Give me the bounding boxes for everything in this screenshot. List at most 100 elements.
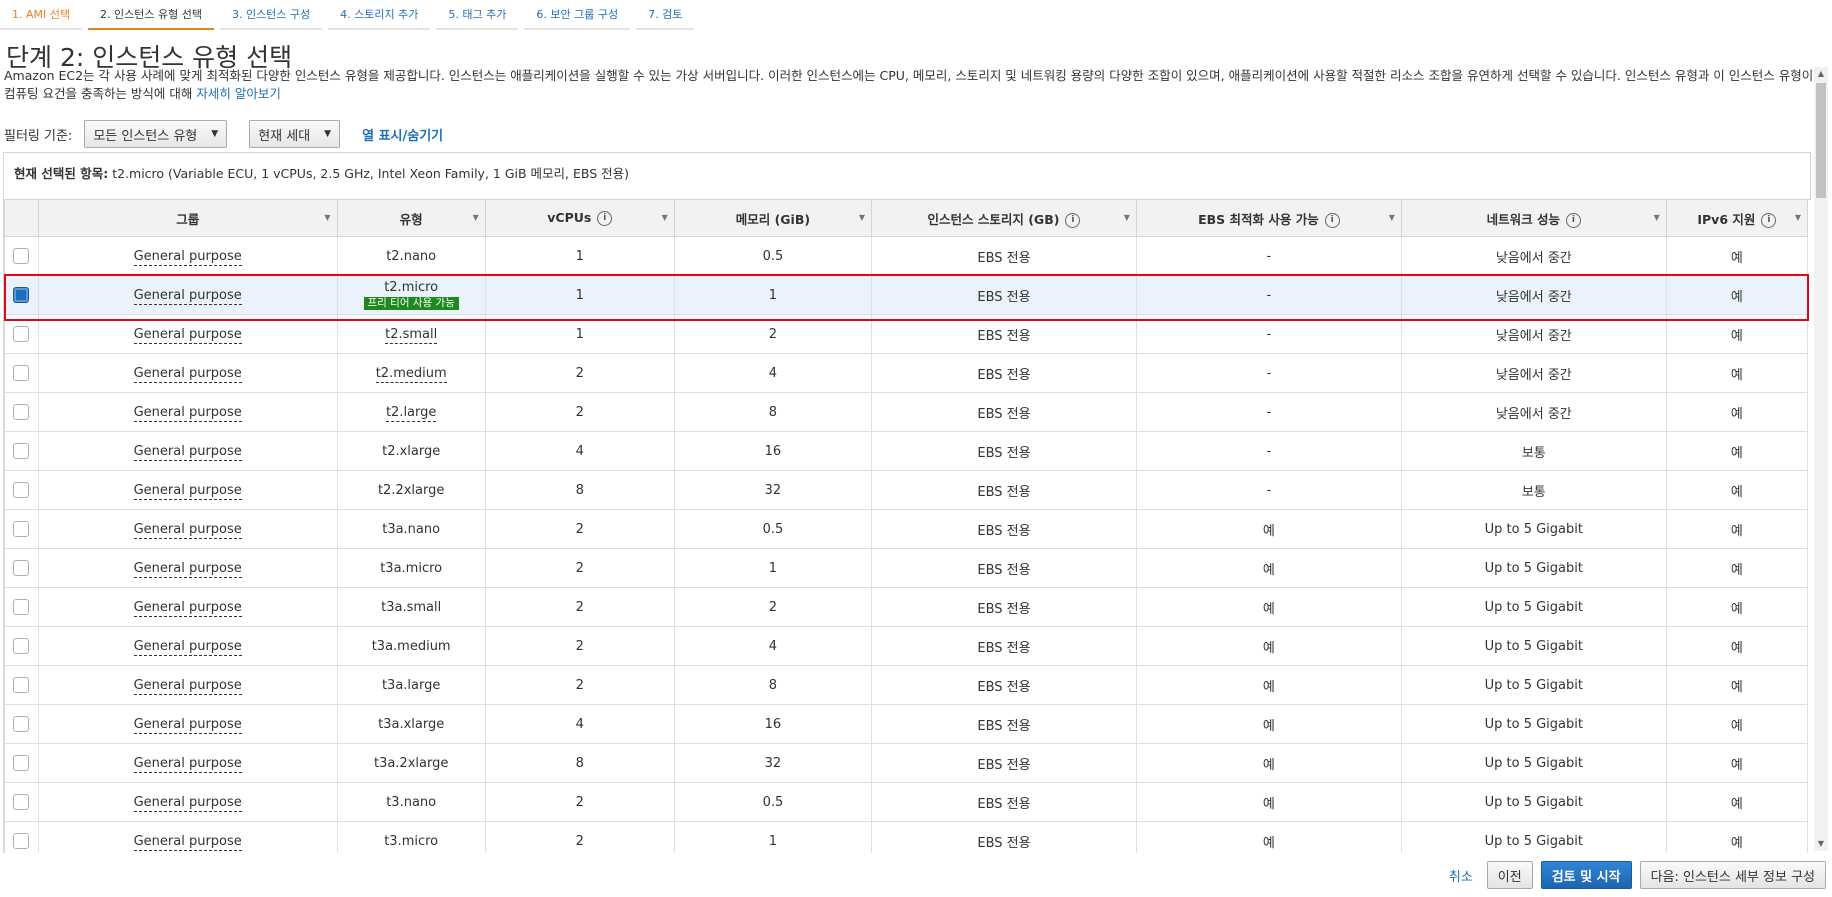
sort-icon[interactable]: ▼ [1795, 213, 1801, 222]
group-value[interactable]: General purpose [133, 833, 242, 851]
table-row[interactable]: General purpose t3a.xlarge 4 16 EBS 전용 예 Up to… [4, 704, 1809, 744]
review-and-launch-button[interactable]: 검토 및 시작 [1540, 861, 1632, 889]
header-type[interactable]: 유형 ▼ [336, 199, 486, 237]
sort-icon[interactable]: ▼ [1654, 213, 1660, 222]
type-value[interactable]: t3a.medium [372, 639, 451, 654]
row-select-cell[interactable] [4, 743, 39, 783]
header-instance-storage[interactable]: 인스턴스 스토리지 (GB) i ▼ [871, 199, 1137, 237]
type-value[interactable]: t2.medium [375, 365, 447, 383]
row-checkbox[interactable] [13, 560, 30, 576]
row-select-cell[interactable] [4, 665, 39, 705]
row-select-cell[interactable] [4, 353, 39, 393]
row-select-cell[interactable] [4, 587, 39, 627]
page-scrollbar[interactable]: ▲ ▼ [1814, 67, 1828, 851]
header-memory[interactable]: 메모리 (GiB) ▼ [673, 199, 873, 237]
instance-type-filter-select[interactable]: 모든 인스턴스 유형 ▼ [84, 120, 228, 148]
table-row[interactable]: General purpose t3.micro 2 1 EBS 전용 예 Up to 5 … [4, 821, 1809, 853]
row-checkbox[interactable] [13, 365, 30, 381]
info-icon[interactable]: i [1324, 212, 1340, 228]
type-value[interactable]: t3a.nano [382, 522, 440, 537]
row-checkbox[interactable] [13, 638, 30, 654]
step-ami[interactable]: 1. AMI 선택 [0, 6, 82, 30]
group-value[interactable]: General purpose [133, 482, 242, 500]
row-checkbox[interactable] [13, 755, 30, 771]
row-select-cell[interactable] [4, 314, 39, 354]
next-configure-instance-button[interactable]: 다음: 인스턴스 세부 정보 구성 [1639, 861, 1826, 889]
type-value[interactable]: t3a.xlarge [378, 717, 444, 732]
row-checkbox[interactable] [13, 716, 30, 732]
row-checkbox[interactable] [13, 794, 30, 810]
row-select-cell[interactable] [4, 821, 39, 853]
row-select-cell[interactable] [4, 392, 39, 432]
group-value[interactable]: General purpose [133, 521, 242, 539]
type-value[interactable]: t3a.large [382, 678, 440, 693]
type-value[interactable]: t2.xlarge [382, 444, 440, 459]
table-row[interactable]: General purpose t2.small 1 2 EBS 전용 - 낮음에서 중간 예 [4, 314, 1809, 354]
row-select-cell[interactable] [4, 509, 39, 549]
header-ebs-optimized[interactable]: EBS 최적화 사용 가능 i ▼ [1135, 199, 1402, 237]
group-value[interactable]: General purpose [133, 794, 242, 812]
row-checkbox[interactable] [13, 599, 30, 615]
row-select-cell[interactable] [4, 470, 39, 510]
row-checkbox[interactable] [13, 443, 30, 459]
table-row[interactable]: General purpose t2.2xlarge 8 32 EBS 전용 - 보통 예 [4, 470, 1809, 510]
show-hide-columns-link[interactable]: 열 표시/숨기기 [362, 125, 443, 144]
group-value[interactable]: General purpose [133, 287, 242, 305]
info-icon[interactable]: i [1761, 212, 1777, 228]
row-select-cell[interactable] [4, 704, 39, 744]
type-value[interactable]: t2.2xlarge [378, 483, 444, 498]
step-security-group[interactable]: 6. 보안 그룹 구성 [524, 6, 630, 30]
cancel-link[interactable]: 취소 [1449, 866, 1473, 885]
row-checkbox[interactable] [13, 482, 30, 498]
row-checkbox[interactable] [13, 833, 30, 849]
row-select-cell[interactable] [4, 782, 39, 822]
table-row[interactable]: General purpose t2.micro 프리 티어 사용 가능 1 1 EBS … [4, 275, 1809, 315]
sort-icon[interactable]: ▼ [1124, 213, 1130, 222]
group-value[interactable]: General purpose [133, 443, 242, 461]
group-value[interactable]: General purpose [133, 599, 242, 617]
previous-button[interactable]: 이전 [1486, 861, 1533, 889]
step-configure-instance[interactable]: 3. 인스턴스 구성 [219, 6, 323, 30]
table-row[interactable]: General purpose t3a.nano 2 0.5 EBS 전용 예 Up to … [4, 509, 1809, 549]
scrollbar-thumb[interactable] [1816, 83, 1826, 198]
group-value[interactable]: General purpose [133, 677, 242, 695]
row-select-cell[interactable] [4, 236, 39, 276]
group-value[interactable]: General purpose [133, 365, 242, 383]
sort-icon[interactable]: ▼ [473, 213, 479, 222]
step-review[interactable]: 7. 검토 [636, 6, 695, 30]
step-instance-type[interactable]: 2. 인스턴스 유형 선택 [88, 6, 214, 30]
table-row[interactable]: General purpose t3a.medium 2 4 EBS 전용 예 Up to … [4, 626, 1809, 666]
row-select-cell[interactable] [4, 275, 39, 315]
row-checkbox[interactable] [13, 287, 30, 303]
info-icon[interactable]: i [1065, 212, 1081, 228]
header-vcpus[interactable]: vCPUs i ▼ [484, 199, 675, 237]
generation-filter-select[interactable]: 현재 세대 ▼ [249, 120, 341, 148]
group-value[interactable]: General purpose [133, 560, 242, 578]
table-row[interactable]: General purpose t3a.micro 2 1 EBS 전용 예 Up to 5… [4, 548, 1809, 588]
sort-icon[interactable]: ▼ [859, 213, 865, 222]
type-value[interactable]: t2.small [385, 326, 438, 344]
row-select-cell[interactable] [4, 431, 39, 471]
header-group[interactable]: 그룹 ▼ [37, 199, 338, 237]
sort-icon[interactable]: ▼ [324, 213, 330, 222]
type-value[interactable]: t3a.micro [380, 561, 442, 576]
row-checkbox[interactable] [13, 521, 30, 537]
row-select-cell[interactable] [4, 548, 39, 588]
info-icon[interactable]: i [597, 211, 613, 226]
header-ipv6[interactable]: IPv6 지원 i ▼ [1665, 199, 1809, 237]
group-value[interactable]: General purpose [133, 716, 242, 734]
row-select-cell[interactable] [4, 626, 39, 666]
group-value[interactable]: General purpose [133, 326, 242, 344]
table-row[interactable]: General purpose t3a.2xlarge 8 32 EBS 전용 예 Up t… [4, 743, 1809, 783]
type-value[interactable]: t3a.small [381, 600, 441, 615]
row-checkbox[interactable] [13, 404, 30, 420]
header-network-performance[interactable]: 네트워크 성능 i ▼ [1400, 199, 1667, 237]
scroll-up-icon[interactable]: ▲ [1814, 67, 1828, 81]
group-value[interactable]: General purpose [133, 248, 242, 266]
type-value[interactable]: t2.micro [384, 280, 438, 295]
table-row[interactable]: General purpose t3a.large 2 8 EBS 전용 예 Up to 5… [4, 665, 1809, 705]
type-value[interactable]: t3a.2xlarge [374, 756, 448, 771]
type-value[interactable]: t2.nano [386, 249, 436, 264]
info-icon[interactable]: i [1565, 212, 1581, 228]
group-value[interactable]: General purpose [133, 404, 242, 422]
